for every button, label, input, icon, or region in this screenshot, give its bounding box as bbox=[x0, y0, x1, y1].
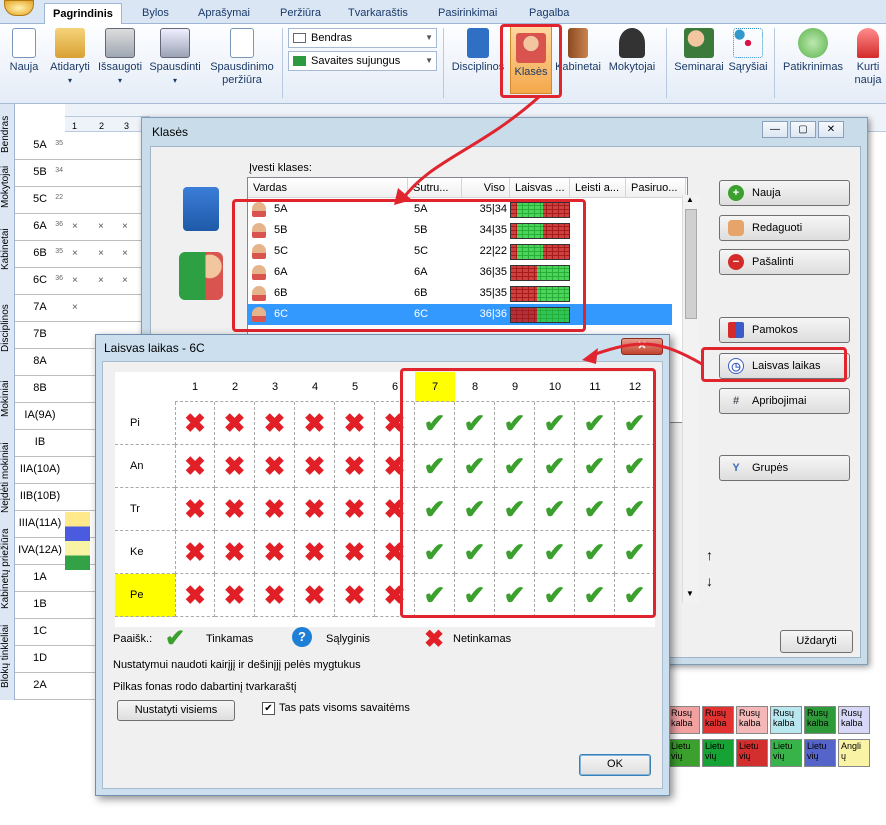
arrow-to-dialog bbox=[589, 342, 703, 366]
arrowhead-dialog bbox=[582, 348, 598, 364]
annotation-arrows bbox=[394, 94, 703, 366]
arrow-to-rows bbox=[400, 94, 542, 201]
